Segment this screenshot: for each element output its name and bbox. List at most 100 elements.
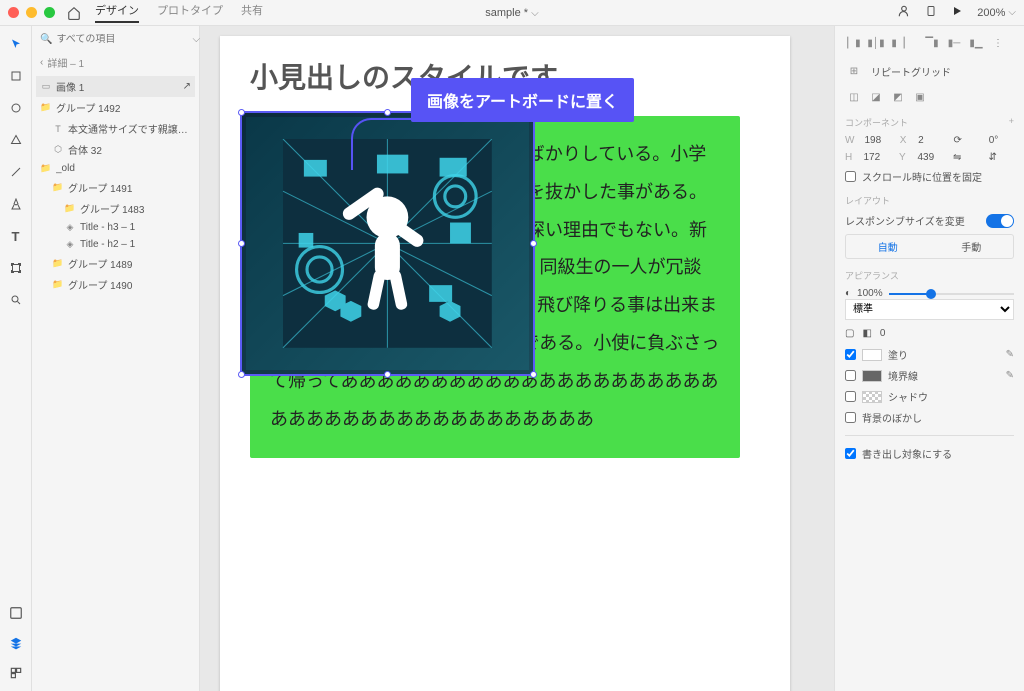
rotate-icon[interactable]: ⟳ bbox=[953, 135, 978, 146]
opacity-value[interactable]: 100% bbox=[857, 288, 883, 299]
layer-item[interactable]: 📁_old bbox=[36, 160, 195, 177]
layout-manual[interactable]: 手動 bbox=[930, 235, 1014, 258]
device-preview-icon[interactable] bbox=[925, 4, 937, 21]
blend-mode-select[interactable]: 標準 bbox=[845, 299, 1014, 320]
artboard-tool[interactable] bbox=[8, 260, 24, 276]
flip-v-icon[interactable]: ⇵ bbox=[989, 152, 1015, 163]
scroll-fix-checkbox[interactable] bbox=[845, 171, 856, 182]
repeat-grid-icon[interactable]: ⊞ bbox=[845, 62, 863, 80]
height-value[interactable]: 172 bbox=[864, 152, 890, 163]
minimize-window[interactable] bbox=[26, 7, 37, 18]
maximize-window[interactable] bbox=[44, 7, 55, 18]
width-value[interactable]: 198 bbox=[864, 135, 889, 146]
export-checkbox[interactable] bbox=[845, 448, 856, 459]
shadow-swatch[interactable] bbox=[862, 391, 882, 403]
responsive-toggle[interactable] bbox=[986, 214, 1014, 228]
layer-item[interactable]: ⬡合体 32 bbox=[36, 139, 195, 160]
play-icon[interactable] bbox=[951, 5, 963, 20]
scroll-fix-label: スクロール時に位置を固定 bbox=[862, 169, 982, 184]
assets-panel-icon[interactable] bbox=[8, 605, 24, 621]
layer-name: グループ 1490 bbox=[68, 277, 191, 292]
rotation-value[interactable]: 0° bbox=[989, 135, 1014, 146]
body-text-block[interactable]: イズです親譲りの無鉄砲で ら損ばかりしている。小学 分学校の二階から飛び降り と… bbox=[250, 116, 740, 458]
resize-handle-w[interactable] bbox=[238, 240, 245, 247]
layer-name: Title - h2 – 1 bbox=[80, 239, 191, 250]
select-tool[interactable] bbox=[8, 36, 24, 52]
blur-label: 背景のぼかし bbox=[862, 410, 922, 425]
fill-checkbox[interactable] bbox=[845, 349, 856, 360]
y-value[interactable]: 439 bbox=[918, 152, 944, 163]
layout-auto[interactable]: 自動 bbox=[846, 235, 930, 258]
align-center-h-icon[interactable]: ▮│▮ bbox=[867, 34, 885, 52]
resize-handle-e[interactable] bbox=[530, 240, 537, 247]
resize-handle-n[interactable] bbox=[384, 109, 391, 116]
text-tool[interactable]: T bbox=[8, 228, 24, 244]
instruction-callout: 画像をアートボードに置く bbox=[411, 78, 634, 122]
resize-handle-nw[interactable] bbox=[238, 109, 245, 116]
line-tool[interactable] bbox=[8, 164, 24, 180]
layer-item[interactable]: 📁グループ 1489 bbox=[36, 253, 195, 274]
canvas[interactable]: 小見出しのスタイルです bbox=[200, 26, 834, 691]
x-value[interactable]: 2 bbox=[918, 135, 943, 146]
close-window[interactable] bbox=[8, 7, 19, 18]
pen-tool[interactable] bbox=[8, 196, 24, 212]
external-link-icon[interactable]: ↗ bbox=[183, 81, 191, 92]
layer-item[interactable]: T本文通常サイズです親譲りの無… bbox=[36, 118, 195, 139]
align-left-icon[interactable]: ▏▮ bbox=[845, 34, 863, 52]
repeat-grid-button[interactable]: リピートグリッド bbox=[871, 64, 951, 79]
layer-item[interactable]: 📁グループ 1483 bbox=[36, 198, 195, 219]
home-icon[interactable] bbox=[67, 6, 81, 20]
stroke-eyedropper-icon[interactable]: ✎ bbox=[1006, 370, 1014, 381]
layer-item[interactable]: 📁グループ 1491 bbox=[36, 177, 195, 198]
rectangle-tool[interactable] bbox=[8, 68, 24, 84]
boolean-subtract-icon[interactable]: ◪ bbox=[867, 88, 885, 106]
plugins-panel-icon[interactable] bbox=[8, 665, 24, 681]
boolean-intersect-icon[interactable]: ◩ bbox=[889, 88, 907, 106]
layer-name: グループ 1489 bbox=[68, 256, 191, 271]
resize-handle-sw[interactable] bbox=[238, 371, 245, 378]
search-filter-chevron[interactable]: ⌵ bbox=[192, 34, 200, 45]
layer-item[interactable]: 📁グループ 1492 bbox=[36, 97, 195, 118]
fill-eyedropper-icon[interactable]: ✎ bbox=[1006, 349, 1014, 360]
blur-checkbox[interactable] bbox=[845, 412, 856, 423]
layer-name: グループ 1483 bbox=[80, 201, 191, 216]
resize-handle-se[interactable] bbox=[530, 371, 537, 378]
corner-radius-value[interactable]: 0 bbox=[880, 328, 886, 339]
zoom-tool[interactable] bbox=[8, 292, 24, 308]
layers-panel-icon[interactable] bbox=[8, 635, 24, 651]
layer-item[interactable]: ◈Title - h3 – 1 bbox=[36, 219, 195, 236]
layer-item[interactable]: ◈Title - h2 – 1 bbox=[36, 236, 195, 253]
boolean-exclude-icon[interactable]: ▣ bbox=[911, 88, 929, 106]
distribute-icon[interactable]: ⋮ bbox=[989, 34, 1007, 52]
layer-name: Title - h3 – 1 bbox=[80, 222, 191, 233]
align-middle-icon[interactable]: ▮─ bbox=[945, 34, 963, 52]
layer-item[interactable]: ▭画像 1↗ bbox=[36, 76, 195, 97]
layer-item[interactable]: 📁グループ 1490 bbox=[36, 274, 195, 295]
align-top-icon[interactable]: ▔▮ bbox=[923, 34, 941, 52]
layer-search-input[interactable] bbox=[56, 34, 188, 45]
layer-breadcrumb[interactable]: ‹ 詳細 – 1 bbox=[36, 53, 195, 72]
flip-h-icon[interactable]: ⇋ bbox=[953, 152, 979, 163]
tab-share[interactable]: 共有 bbox=[241, 2, 263, 23]
tab-prototype[interactable]: プロトタイプ bbox=[157, 2, 223, 23]
stroke-swatch[interactable] bbox=[862, 370, 882, 382]
opacity-slider[interactable] bbox=[889, 293, 1014, 295]
polygon-tool[interactable] bbox=[8, 132, 24, 148]
zoom-control[interactable]: 200%⌵ bbox=[977, 7, 1016, 19]
align-right-icon[interactable]: ▮▕ bbox=[889, 34, 907, 52]
corner-same-icon[interactable]: ▢ bbox=[845, 328, 854, 339]
tab-design[interactable]: デザイン bbox=[95, 2, 139, 23]
add-component-button[interactable]: + bbox=[1009, 116, 1014, 126]
stroke-checkbox[interactable] bbox=[845, 370, 856, 381]
folder-icon: 📁 bbox=[52, 182, 64, 193]
boolean-add-icon[interactable]: ◫ bbox=[845, 88, 863, 106]
resize-handle-s[interactable] bbox=[384, 371, 391, 378]
align-bottom-icon[interactable]: ▮▁ bbox=[967, 34, 985, 52]
shadow-checkbox[interactable] bbox=[845, 391, 856, 402]
fill-swatch[interactable] bbox=[862, 349, 882, 361]
layout-mode-segment[interactable]: 自動 手動 bbox=[845, 234, 1014, 259]
artboard[interactable]: 小見出しのスタイルです bbox=[220, 36, 790, 691]
account-icon[interactable] bbox=[897, 4, 911, 21]
ellipse-tool[interactable] bbox=[8, 100, 24, 116]
corner-diff-icon[interactable]: ◧ bbox=[862, 328, 871, 339]
